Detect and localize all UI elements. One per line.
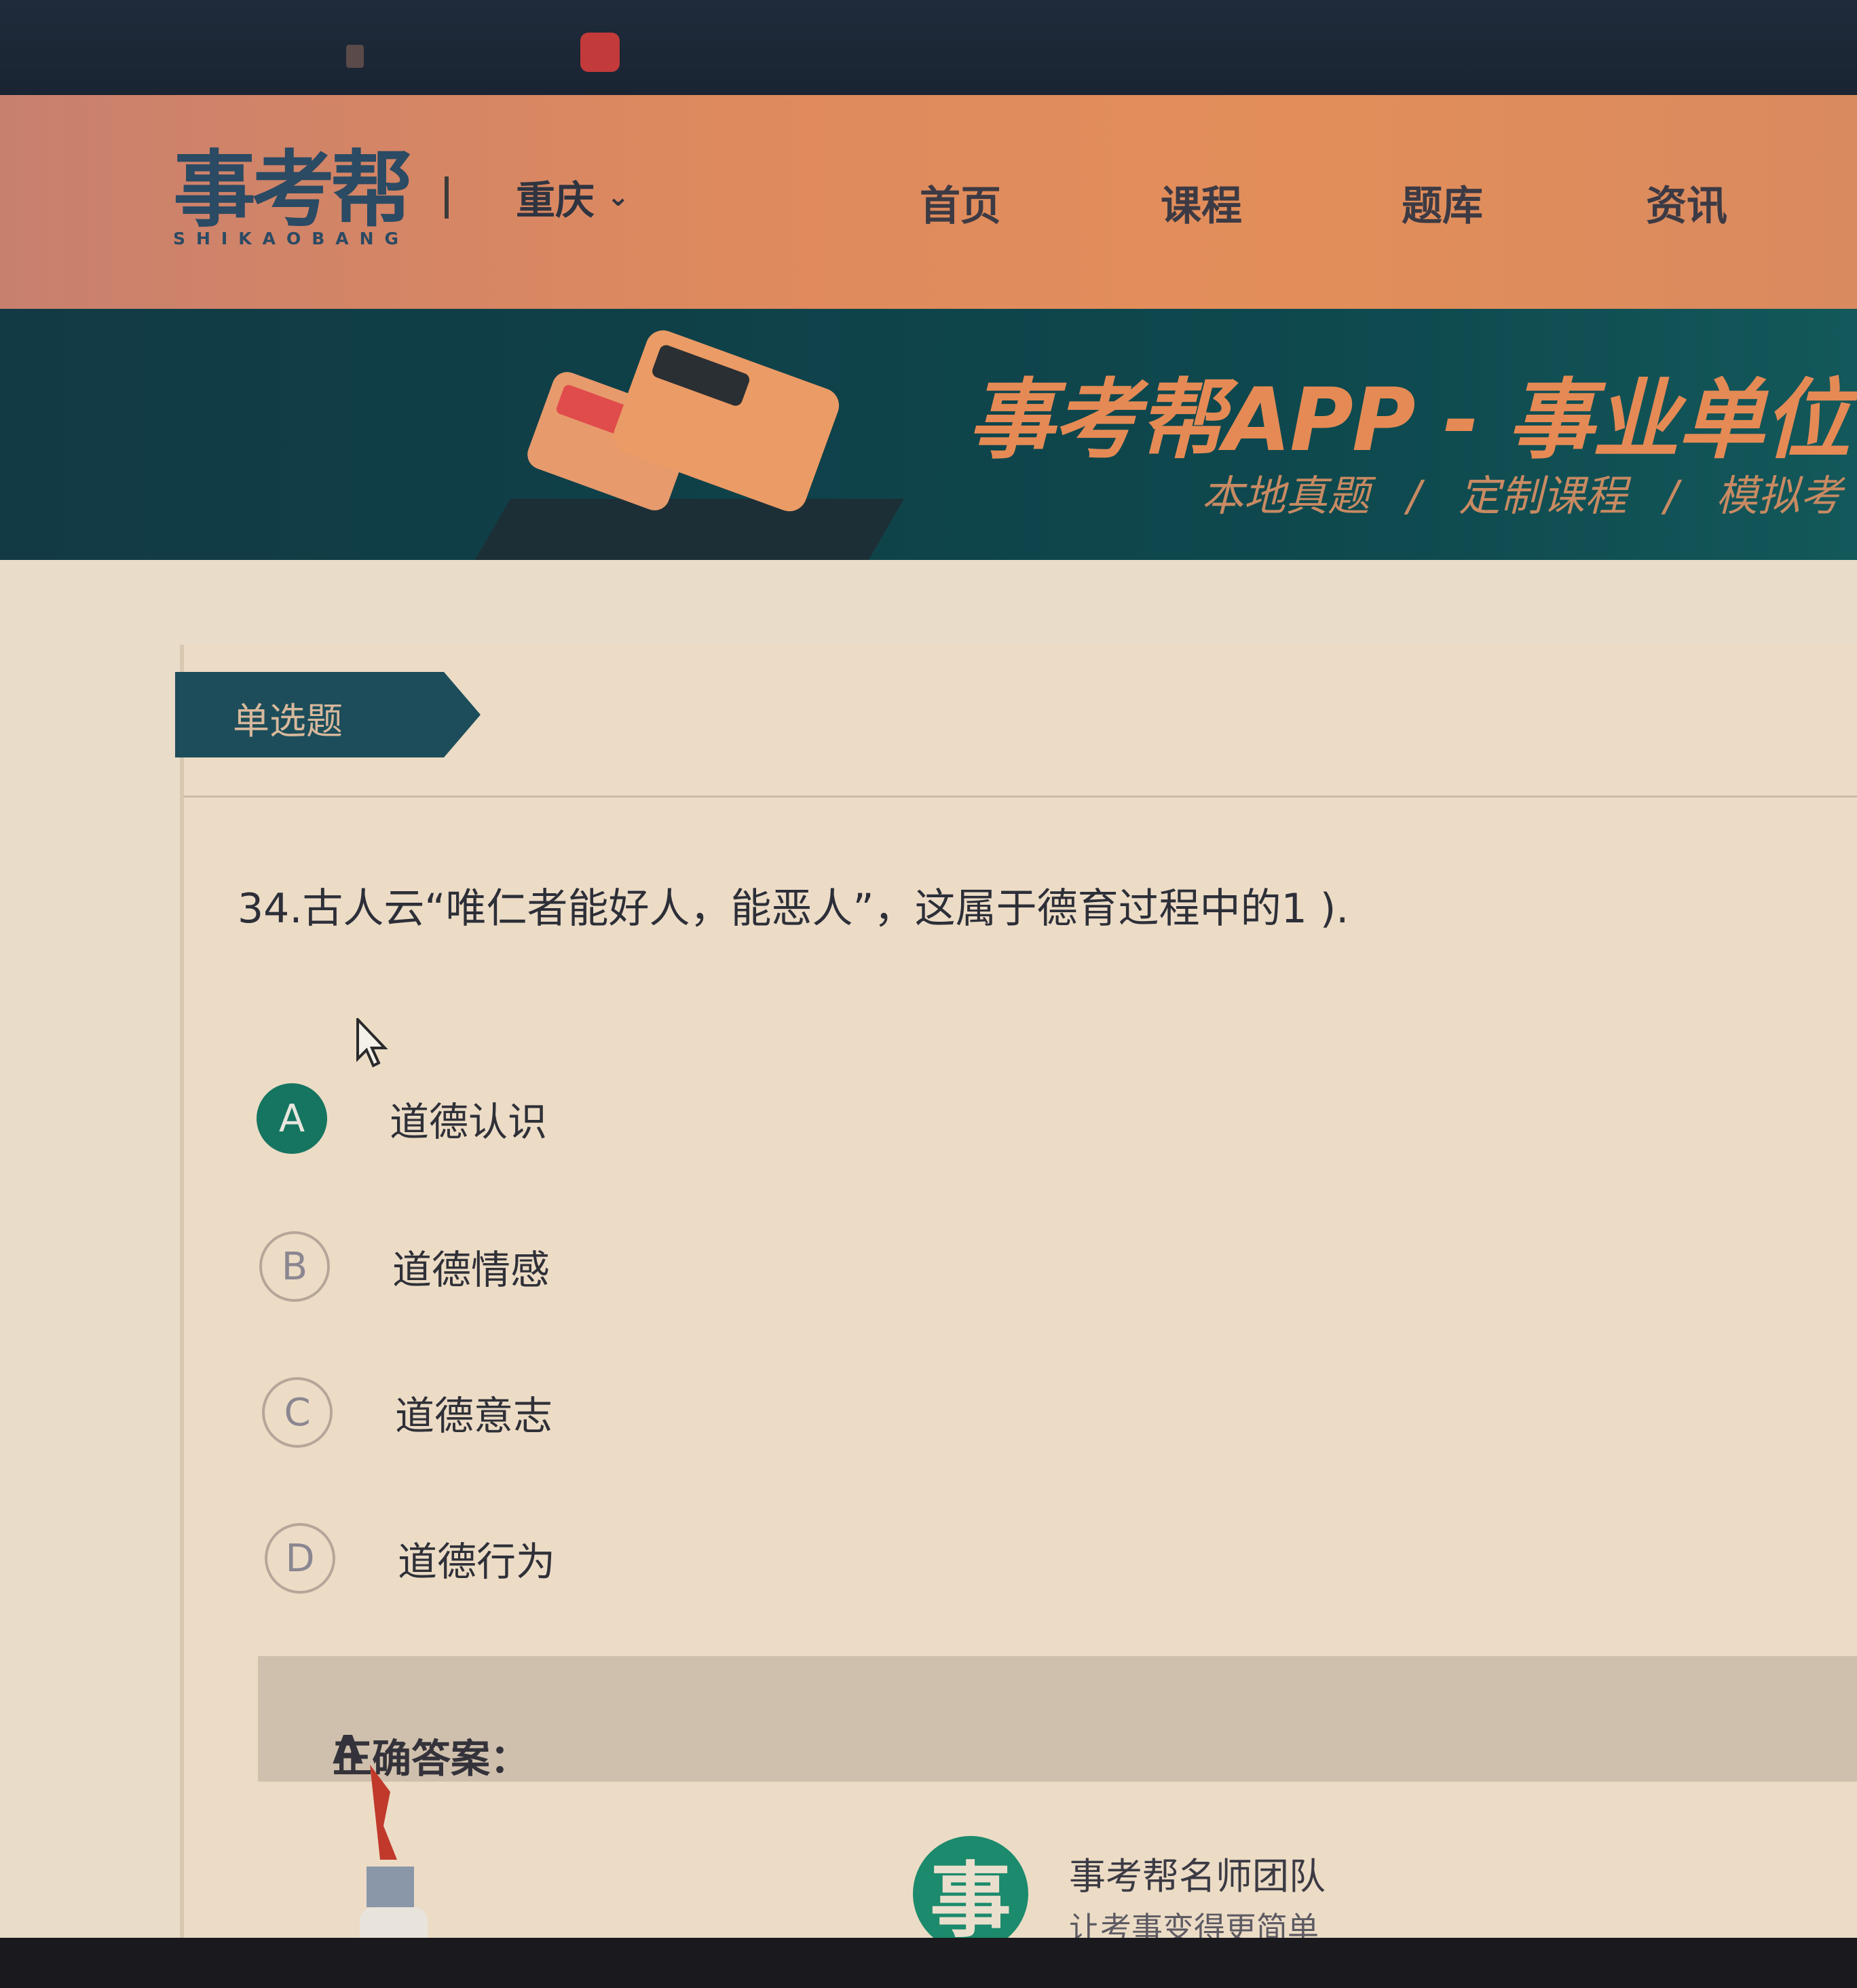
browser-tab-icon[interactable] [346,45,364,68]
divider [183,795,1857,798]
option-radio[interactable]: D [265,1523,335,1594]
site-header: 事考帮 SHIKAOBANG 重庆 ⌄ 首页 课程 题库 资讯 [0,95,1857,309]
browser-chrome [0,0,1857,95]
banner-subtitle-item: 本地真题 [1201,471,1370,521]
option-text: 道德意志 [395,1393,553,1439]
logo-text: 事考帮 [173,142,413,238]
option-a[interactable]: A 道德认识 [257,1081,547,1157]
mouse-cursor-icon [356,1018,388,1068]
option-radio[interactable]: C [262,1377,333,1448]
option-d[interactable]: D 道德行为 [265,1520,555,1596]
question-text: 34.古人云“唯仁者能好人，能恶人”，这属于德育过程中的1 ). [238,885,1349,933]
logo-subtext: SHIKAOBANG [173,229,410,248]
option-text: 道德情感 [392,1247,550,1293]
nav-courses[interactable]: 课程 [1161,173,1242,230]
city-label: 重庆 [516,177,595,223]
banner-platform-graphic [467,499,904,560]
browser-tab-favicon-icon[interactable] [580,33,620,72]
logo-divider [445,176,449,219]
option-radio[interactable]: B [259,1231,330,1302]
option-c[interactable]: C 道德意志 [262,1374,552,1450]
option-b[interactable]: B 道德情感 [259,1229,550,1305]
team-name: 事考帮名师团队 [1069,1855,1326,1898]
banner-separator: / [1407,471,1421,521]
team-logo: 事 [913,1836,1028,1951]
monitor-bezel [0,1938,1857,1988]
nav-news[interactable]: 资讯 [1646,173,1727,230]
banner-subtitle: 本地真题 / 定制课程 / 模拟考 [1201,462,1842,523]
option-radio[interactable]: A [257,1083,327,1154]
correct-answer-bar: 正确答案： A [258,1656,1857,1782]
option-text: 道德认识 [390,1099,548,1145]
nav-question-bank[interactable]: 题库 [1402,173,1483,230]
banner-title: 事考帮APP - 事业单位 [967,370,1850,471]
nav-home[interactable]: 首页 [920,173,1001,230]
question-type-label: 单选题 [233,700,343,743]
banner-subtitle-item: 模拟考 [1715,471,1842,521]
chevron-down-icon: ⌄ [607,181,630,212]
screen: 事考帮 SHIKAOBANG 重庆 ⌄ 首页 课程 题库 资讯 事考帮APP -… [0,0,1857,1988]
option-text: 道德行为 [398,1539,556,1585]
city-selector[interactable]: 重庆 ⌄ [516,170,630,224]
banner-subtitle-item: 定制课程 [1458,471,1627,521]
banner-separator: / [1664,471,1678,521]
question-type-tag: 单选题 [175,672,481,757]
site-logo[interactable]: 事考帮 SHIKAOBANG [173,146,417,248]
app-promo-banner[interactable]: 事考帮APP - 事业单位 本地真题 / 定制课程 / 模拟考 [0,309,1857,560]
